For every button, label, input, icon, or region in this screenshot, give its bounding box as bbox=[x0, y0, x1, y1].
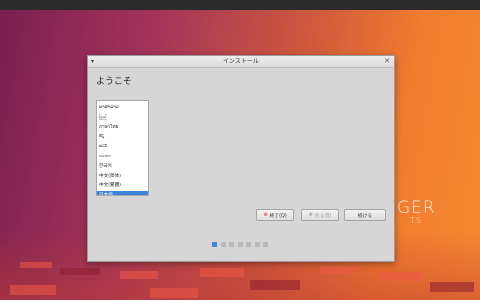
step-dot bbox=[229, 242, 234, 247]
wallpaper-tile bbox=[200, 268, 244, 277]
desktop-top-bar bbox=[0, 0, 480, 10]
wallpaper-text: GER bbox=[397, 198, 436, 218]
language-item[interactable]: ပြည် bbox=[97, 113, 148, 123]
wallpaper-tile bbox=[380, 272, 422, 281]
wallpaper-subtext: TS bbox=[410, 216, 422, 225]
continue-label: 続ける bbox=[357, 213, 373, 219]
language-item[interactable]: ಹಿಂದಿ bbox=[97, 142, 148, 152]
step-indicator bbox=[212, 242, 268, 247]
wallpaper-tile bbox=[20, 262, 52, 268]
step-dot bbox=[212, 242, 217, 247]
continue-button[interactable]: 続ける bbox=[344, 209, 386, 221]
back-arrow-icon: ✚ bbox=[308, 212, 313, 218]
back-button[interactable]: ✚ 戻る(B) bbox=[301, 209, 339, 221]
language-list[interactable]: ພາສາລາວ ပြည် ภาษาไทย ಕನ್ನ ಹಿಂದಿ ဗမာစာ 한국어 中文(简体… bbox=[96, 100, 149, 196]
language-item[interactable]: 中文(简体) bbox=[97, 172, 148, 182]
window-title: インストール bbox=[223, 58, 259, 65]
language-item[interactable]: ภาษาไทย bbox=[97, 123, 148, 133]
language-item[interactable]: 日本語 bbox=[97, 191, 148, 195]
step-dot bbox=[263, 242, 268, 247]
step-dot bbox=[246, 242, 251, 247]
wallpaper-tile bbox=[120, 271, 158, 279]
language-item[interactable]: 中文(繁體) bbox=[97, 181, 148, 191]
wallpaper-tile bbox=[430, 282, 474, 292]
quit-icon: ⊗ bbox=[263, 212, 268, 218]
wallpaper-tile bbox=[250, 280, 300, 290]
language-item[interactable]: ພາສາລາວ bbox=[97, 103, 148, 113]
wallpaper-tile bbox=[150, 288, 198, 298]
page-title: ようこそ bbox=[96, 77, 133, 87]
quit-label: 終了(Q) bbox=[269, 213, 287, 219]
step-dot bbox=[237, 242, 243, 247]
window-titlebar[interactable]: ▾ インストール ✕ bbox=[88, 56, 394, 68]
language-item[interactable]: ဗမာစာ bbox=[97, 152, 148, 162]
close-icon[interactable]: ✕ bbox=[384, 56, 390, 67]
window-menu-icon[interactable]: ▾ bbox=[91, 56, 94, 67]
wallpaper-tile bbox=[10, 285, 56, 295]
step-dot bbox=[220, 242, 226, 247]
step-dot bbox=[254, 242, 260, 247]
language-item[interactable]: 한국어 bbox=[97, 162, 148, 172]
wallpaper-tile bbox=[320, 266, 356, 274]
installer-window: ▾ インストール ✕ ようこそ ພາສາລາວ ပြည် ภาษาไทย ಕನ್ನ ಹಿ… bbox=[87, 55, 395, 262]
language-item[interactable]: ಕನ್ನ bbox=[97, 132, 148, 142]
quit-button[interactable]: ⊗ 終了(Q) bbox=[256, 209, 294, 221]
wallpaper-tile bbox=[60, 268, 100, 275]
back-label: 戻る(B) bbox=[314, 213, 332, 219]
